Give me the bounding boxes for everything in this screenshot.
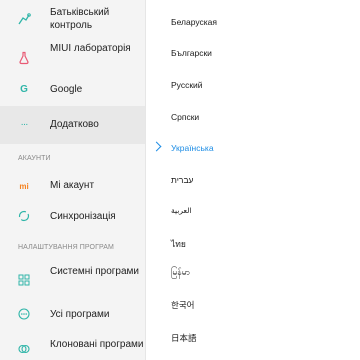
language-item[interactable]: עברית <box>171 175 193 185</box>
selected-check-icon <box>151 141 162 152</box>
sidebar-item-label: Батьківський контроль <box>50 7 110 31</box>
sidebar-item-cloned-apps[interactable]: Клоновані програми <box>0 332 145 360</box>
sidebar-item-all-apps[interactable]: Усі програми <box>0 300 145 328</box>
language-item[interactable]: မြန်မာ <box>171 267 190 280</box>
language-item[interactable]: العربية <box>171 206 192 215</box>
sidebar-item-google[interactable]: G Google <box>0 74 145 104</box>
settings-sidebar: Батьківський контроль MIUI лабораторія G… <box>0 0 145 360</box>
language-item-selected[interactable]: Українська <box>171 143 214 153</box>
section-header-accounts: АКАУНТИ <box>18 155 51 162</box>
sidebar-item-label: Усі програми <box>50 309 110 320</box>
more-dots-icon: ··· <box>20 118 29 130</box>
language-item[interactable]: Беларуская <box>171 17 217 27</box>
language-item[interactable]: ไทย <box>171 237 186 251</box>
language-list: Беларуская Български Русский Српски Укра… <box>145 0 360 360</box>
sync-icon <box>17 209 31 223</box>
sidebar-item-sync[interactable]: Синхронізація <box>0 202 145 230</box>
sidebar-item-miui-lab[interactable]: MIUI лабораторія <box>0 40 145 74</box>
language-item[interactable]: 日本語 <box>171 332 197 344</box>
lab-flask-icon <box>17 51 31 65</box>
sidebar-item-system-apps[interactable]: Системні програми <box>0 262 145 298</box>
sidebar-item-label: Mi акаунт <box>50 180 95 191</box>
all-apps-icon <box>17 307 31 321</box>
section-header-app-settings: НАЛАШТУВАННЯ ПРОГРАМ <box>18 244 114 251</box>
system-apps-icon <box>17 273 31 287</box>
parental-control-icon <box>17 12 31 26</box>
sidebar-item-label: Клоновані програми <box>50 339 144 350</box>
language-item[interactable]: Български <box>171 48 212 58</box>
sidebar-item-label: MIUI лабораторія <box>50 43 131 54</box>
sidebar-item-mi-account[interactable]: mi Mi акаунт <box>0 172 145 200</box>
language-item[interactable]: Српски <box>171 112 199 122</box>
sidebar-item-label: Синхронізація <box>50 211 116 222</box>
language-item[interactable]: 한국어 <box>171 299 194 311</box>
sidebar-item-label: Системні програми <box>50 266 140 277</box>
language-item[interactable]: Русский <box>171 80 203 90</box>
mi-logo-icon: mi <box>19 181 29 191</box>
cloned-apps-icon <box>17 342 31 356</box>
sidebar-item-label: Додатково <box>50 119 99 130</box>
sidebar-item-parental-control[interactable]: Батьківський контроль <box>0 0 145 40</box>
google-icon: G <box>20 83 28 95</box>
sidebar-item-label: Google <box>50 84 83 95</box>
sidebar-item-additional[interactable]: ··· Додатково <box>0 106 145 144</box>
